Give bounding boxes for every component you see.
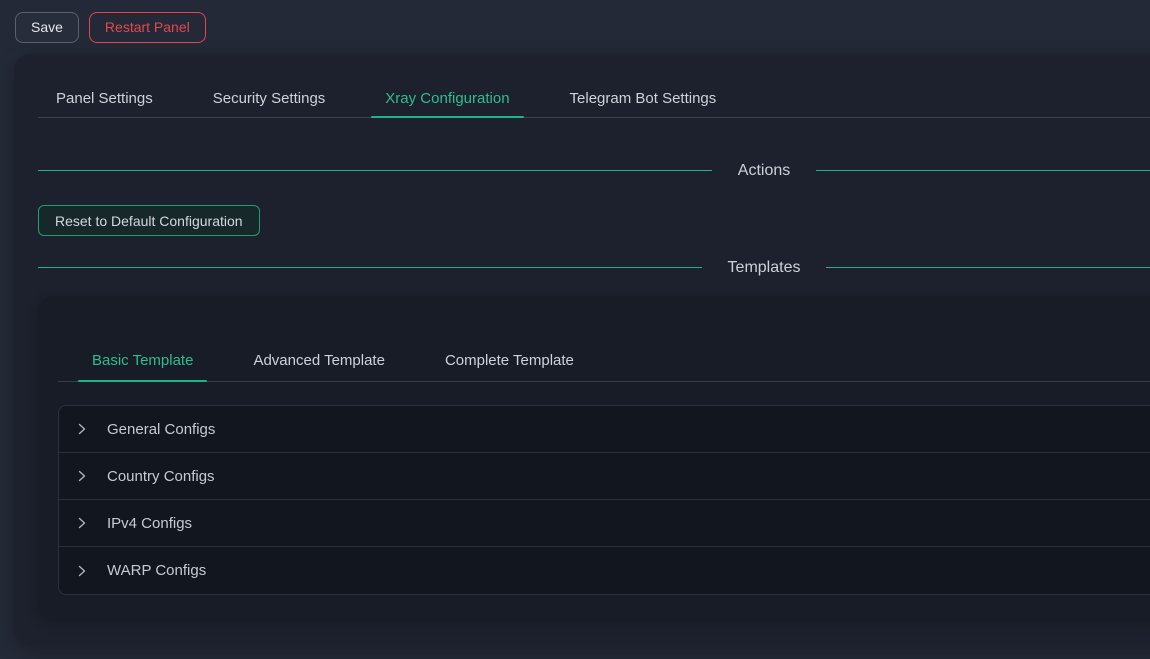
templates-divider: Templates [38,257,1150,278]
actions-section-title: Actions [712,162,816,180]
save-button[interactable]: Save [15,12,79,43]
collapse-label: Country Configs [107,468,215,485]
collapse-general-configs[interactable]: General Configs [59,406,1150,453]
tab-security-settings[interactable]: Security Settings [199,78,340,117]
chevron-right-icon [76,517,88,529]
tab-telegram-bot-settings[interactable]: Telegram Bot Settings [556,78,731,117]
tab-panel-settings[interactable]: Panel Settings [42,78,167,117]
actions-divider: Actions [38,160,1150,181]
collapse-ipv4-configs[interactable]: IPv4 Configs [59,500,1150,547]
reset-to-default-button[interactable]: Reset to Default Configuration [38,205,260,236]
collapse-label: WARP Configs [107,562,206,579]
divider-line [38,170,712,171]
templates-section-title: Templates [702,259,827,277]
collapse-label: IPv4 Configs [107,515,192,532]
tab-advanced-template[interactable]: Advanced Template [239,340,398,381]
chevron-right-icon [76,565,88,577]
divider-line [38,267,702,268]
restart-panel-button[interactable]: Restart Panel [89,12,206,43]
tab-complete-template[interactable]: Complete Template [431,340,588,381]
collapse-country-configs[interactable]: Country Configs [59,453,1150,500]
settings-card: Panel Settings Security Settings Xray Co… [14,54,1150,645]
template-tabbar: Basic Template Advanced Template Complet… [58,340,1150,382]
chevron-right-icon [76,423,88,435]
collapse-warp-configs[interactable]: WARP Configs [59,547,1150,594]
templates-card: Basic Template Advanced Template Complet… [38,296,1150,619]
tab-basic-template[interactable]: Basic Template [78,340,207,381]
divider-line [826,267,1150,268]
collapse-label: General Configs [107,421,215,438]
chevron-right-icon [76,470,88,482]
topbar: Save Restart Panel [0,0,1150,54]
main-tabbar: Panel Settings Security Settings Xray Co… [38,78,1150,118]
actions-section: Reset to Default Configuration [38,205,1150,236]
divider-line [816,170,1150,171]
config-collapse-list: General Configs Country Configs IPv4 Con… [58,405,1150,595]
tab-xray-configuration[interactable]: Xray Configuration [371,78,523,117]
